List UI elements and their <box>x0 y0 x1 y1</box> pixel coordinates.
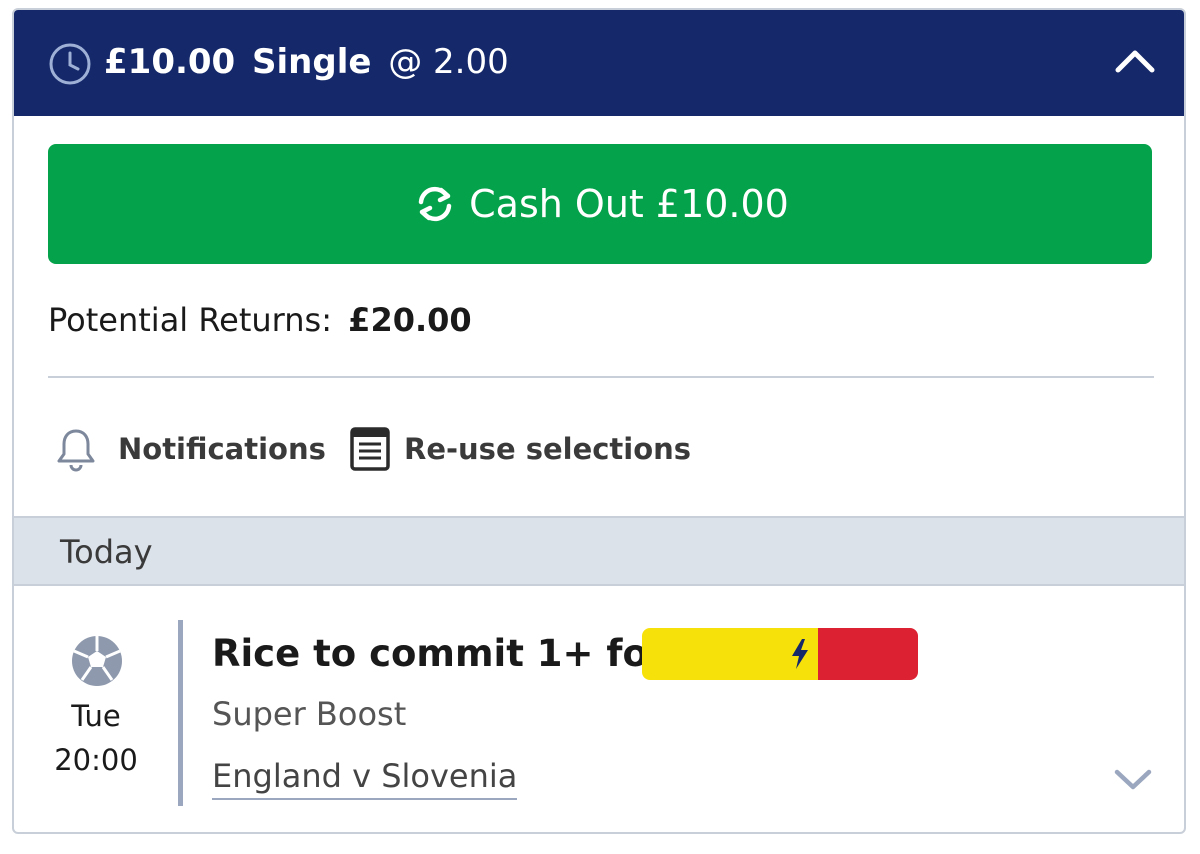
bet-type: Single <box>252 42 372 82</box>
market-name: Super Boost <box>212 695 407 733</box>
reuse-selections-label: Re-use selections <box>404 432 692 466</box>
football-icon <box>72 636 122 686</box>
selection-divider <box>178 620 183 806</box>
super-boost-badge <box>642 628 918 680</box>
potential-returns-amount: £20.00 <box>348 301 472 339</box>
lightning-bolt-icon <box>792 639 808 669</box>
event-link[interactable]: England v Slovenia <box>212 754 518 800</box>
event-time: 20:00 <box>54 743 138 777</box>
event-day: Tue <box>71 699 121 733</box>
reuse-selections-button[interactable]: Re-use selections <box>348 426 691 472</box>
cash-out-refresh-icon <box>418 186 452 222</box>
bell-icon <box>57 429 95 472</box>
bet-card: £10.00 Single @ 2.00 Cash Out £10.00 Pot… <box>12 8 1186 834</box>
divider <box>48 376 1154 378</box>
notifications-label: Notifications <box>118 432 326 466</box>
potential-returns-label: Potential Returns: <box>48 301 332 339</box>
bet-odds: @ 2.00 <box>388 42 509 82</box>
bet-header[interactable]: £10.00 Single @ 2.00 <box>14 10 1184 116</box>
bet-summary: £10.00 Single @ 2.00 <box>104 40 509 84</box>
clock-icon <box>49 43 91 85</box>
selection-name: Rice to commit 1+ foul <box>212 632 687 675</box>
date-group-header: Today <box>14 516 1184 586</box>
chevron-down-icon[interactable] <box>1112 764 1154 794</box>
potential-returns: Potential Returns: £20.00 <box>48 298 472 342</box>
cash-out-label: Cash Out £10.00 <box>469 182 789 226</box>
date-group-label: Today <box>60 533 153 571</box>
notifications-button[interactable]: Notifications <box>54 426 326 472</box>
chevron-up-icon[interactable] <box>1112 40 1158 86</box>
document-list-icon <box>350 427 390 471</box>
cash-out-button[interactable]: Cash Out £10.00 <box>48 144 1152 264</box>
bet-stake: £10.00 <box>104 42 236 82</box>
